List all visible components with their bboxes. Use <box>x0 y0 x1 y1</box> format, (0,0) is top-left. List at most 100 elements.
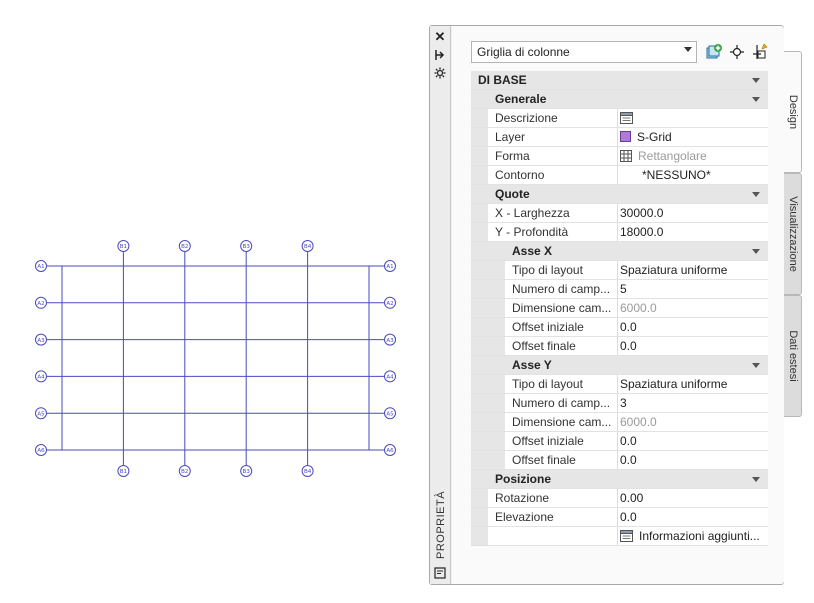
property-name: Elevazione <box>495 510 554 524</box>
row-indent <box>471 318 505 336</box>
row-indent <box>471 375 505 393</box>
property-name: Dimensione cam... <box>512 301 612 315</box>
collapse-arrow-icon[interactable] <box>752 97 760 102</box>
pick-point-icon[interactable] <box>727 42 747 62</box>
property-row[interactable]: Descrizione <box>471 109 768 128</box>
axis-y-left-label: A2 <box>37 301 44 307</box>
property-value[interactable]: 30000.0 <box>620 206 765 220</box>
property-row[interactable]: Dimensione cam... 6000.0 <box>471 413 768 432</box>
property-grid: DI BASE Generale Descrizione Layer S-Grid For… <box>471 71 768 546</box>
property-value[interactable]: 5 <box>620 282 765 296</box>
collapse-arrow-icon[interactable] <box>752 249 760 254</box>
category-asse-x[interactable]: Asse X <box>471 242 768 261</box>
column-divider <box>617 147 618 165</box>
property-value-text: Spaziatura uniforme <box>620 377 728 391</box>
property-value[interactable] <box>620 111 765 127</box>
row-indent <box>471 451 505 469</box>
close-icon[interactable]: ✕ <box>432 30 448 44</box>
object-type-value: Griglia di colonne <box>477 45 570 59</box>
property-row[interactable]: Elevazione 0.0 <box>471 508 768 527</box>
property-value[interactable]: 0.0 <box>620 339 765 353</box>
properties-palette: ✕ PROPRIETÀ Griglia di colonne DI BASE Ge… <box>429 25 802 585</box>
property-name: Layer <box>495 130 526 144</box>
tab-dati-estesi[interactable]: Dati estesi <box>784 295 802 417</box>
row-indent <box>471 204 488 222</box>
category-di-base[interactable]: DI BASE <box>471 71 768 90</box>
column-divider <box>617 280 618 298</box>
property-value[interactable]: S-Grid <box>620 130 765 144</box>
add-style-icon[interactable] <box>704 42 724 62</box>
pin-icon[interactable] <box>432 49 448 63</box>
property-value[interactable]: 3 <box>620 396 765 410</box>
property-row[interactable]: Rotazione 0.00 <box>471 489 768 508</box>
axis-y-right-label: A2 <box>386 301 393 307</box>
property-value[interactable]: 0.0 <box>620 453 765 467</box>
chevron-down-icon <box>684 47 692 52</box>
category-quote[interactable]: Quote <box>471 185 768 204</box>
panel-icon[interactable] <box>432 567 448 581</box>
property-value[interactable]: 6000.0 <box>620 301 765 315</box>
property-name: Numero di camp... <box>512 282 611 296</box>
property-row[interactable]: Numero di camp... 3 <box>471 394 768 413</box>
property-value[interactable]: Spaziatura uniforme <box>620 377 765 391</box>
property-value[interactable]: 6000.0 <box>620 415 765 429</box>
category-posizione[interactable]: Posizione <box>471 470 768 489</box>
collapse-arrow-icon[interactable] <box>752 477 760 482</box>
property-value[interactable]: 0.0 <box>620 320 765 334</box>
property-value[interactable]: 0.0 <box>620 434 765 448</box>
property-value[interactable]: 0.0 <box>620 510 765 524</box>
property-row[interactable]: X - Larghezza 30000.0 <box>471 204 768 223</box>
property-row[interactable]: Dimensione cam... 6000.0 <box>471 299 768 318</box>
property-value[interactable]: *NESSUNO* <box>620 168 765 182</box>
property-value[interactable]: Spaziatura uniforme <box>620 263 765 277</box>
property-value-text: 3 <box>620 396 627 410</box>
row-indent <box>471 128 488 146</box>
property-value[interactable]: Informazioni aggiunti... <box>620 529 765 545</box>
quick-select-icon[interactable] <box>750 42 770 62</box>
column-divider <box>617 109 618 127</box>
object-type-dropdown[interactable]: Griglia di colonne <box>471 41 697 63</box>
tab-visualizzazione[interactable]: Visualizzazione <box>784 173 802 295</box>
row-indent <box>471 337 505 355</box>
property-row[interactable]: Offset finale 0.0 <box>471 337 768 356</box>
category-generale[interactable]: Generale <box>471 90 768 109</box>
property-value[interactable]: 18000.0 <box>620 225 765 239</box>
property-value[interactable]: 0.00 <box>620 491 765 505</box>
property-value-text: *NESSUNO* <box>642 168 711 182</box>
row-indent <box>471 394 505 412</box>
column-grid-drawing[interactable]: B1 B1 B2 B2 B3 B3 B4 B4 A1 A1 A2 A2 A3 A3 A4 A4 A5 A5 A6 A6 <box>0 0 420 603</box>
property-value-text: 0.0 <box>620 434 637 448</box>
property-row[interactable]: Contorno *NESSUNO* <box>471 166 768 185</box>
property-row[interactable]: Layer S-Grid <box>471 128 768 147</box>
palette-title-bar[interactable]: ✕ PROPRIETÀ <box>430 26 451 584</box>
axis-y-right-label: A3 <box>386 338 394 344</box>
collapse-arrow-icon[interactable] <box>752 78 760 83</box>
property-row[interactable]: Offset finale 0.0 <box>471 451 768 470</box>
property-row[interactable]: Tipo di layout Spaziatura uniforme <box>471 261 768 280</box>
category-asse-y[interactable]: Asse Y <box>471 356 768 375</box>
axis-y-right-label: A4 <box>386 375 394 381</box>
property-row[interactable]: Forma Rettangolare <box>471 147 768 166</box>
property-row[interactable]: Numero di camp... 5 <box>471 280 768 299</box>
property-row[interactable]: Offset iniziale 0.0 <box>471 318 768 337</box>
tab-label: Visualizzazione <box>786 196 799 272</box>
property-value-text: 0.0 <box>620 320 637 334</box>
property-row[interactable]: Offset iniziale 0.0 <box>471 432 768 451</box>
axis-x-bottom-label: B3 <box>243 469 251 475</box>
collapse-arrow-icon[interactable] <box>752 192 760 197</box>
collapse-arrow-icon[interactable] <box>752 363 760 368</box>
column-divider <box>617 527 618 545</box>
property-row[interactable]: Tipo di layout Spaziatura uniforme <box>471 375 768 394</box>
axis-y-left-label: A1 <box>37 264 44 270</box>
axis-x-top-label: B2 <box>181 244 188 250</box>
tab-design[interactable]: Design <box>784 51 802 173</box>
axis-y-left-label: A3 <box>37 338 45 344</box>
row-indent <box>471 527 488 545</box>
property-row[interactable]: Y - Profondità 18000.0 <box>471 223 768 242</box>
column-divider <box>617 128 618 146</box>
category-label: Quote <box>495 187 530 201</box>
settings-icon[interactable] <box>432 67 448 81</box>
property-name: Offset iniziale <box>512 434 584 448</box>
property-row[interactable]: Informazioni aggiunti... <box>471 527 768 546</box>
property-value[interactable]: Rettangolare <box>620 149 765 165</box>
